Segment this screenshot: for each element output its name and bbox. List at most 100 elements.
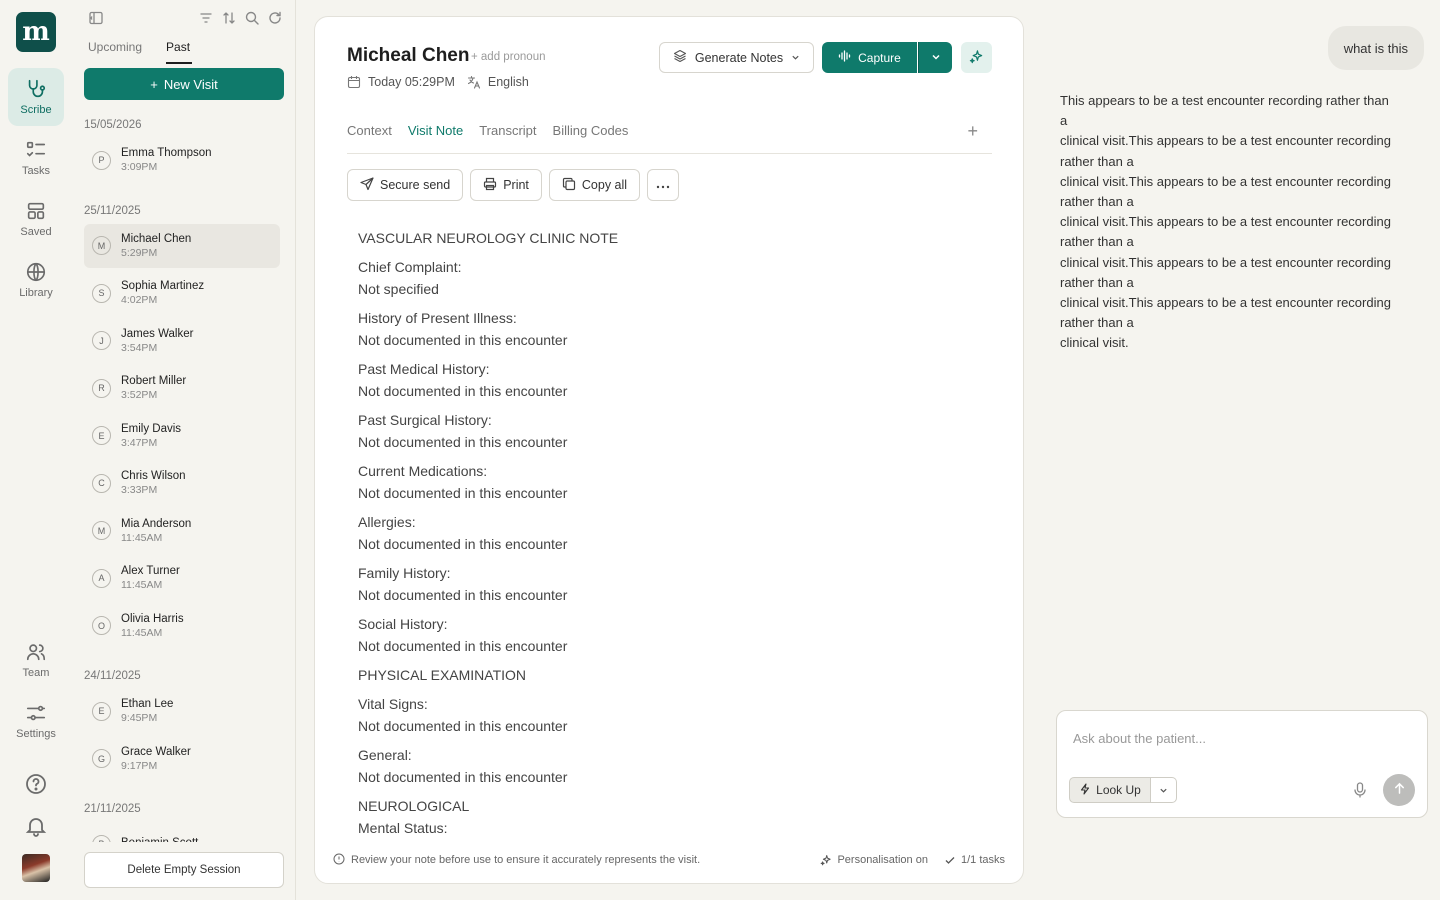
- session-item[interactable]: S Sophia Martinez 4:02PM: [84, 271, 284, 315]
- review-warning-text: Review your note before use to ensure it…: [351, 854, 701, 866]
- assistant-message-line: clinical visit.This appears to be a test…: [1060, 254, 1391, 270]
- session-patient-name: Benjamin Scott: [121, 837, 198, 842]
- add-tab-icon[interactable]: +: [967, 121, 978, 142]
- sort-icon[interactable]: [221, 10, 237, 26]
- personalisation-label: Personalisation on: [837, 854, 928, 866]
- generate-notes-button[interactable]: Generate Notes: [659, 42, 814, 73]
- session-item[interactable]: E Ethan Lee 9:45PM: [84, 689, 284, 733]
- language-text: English: [487, 75, 529, 89]
- send-button[interactable]: [1383, 774, 1415, 806]
- note-section-heading: PHYSICAL EXAMINATION: [358, 667, 527, 683]
- session-time: 3:52PM: [121, 389, 158, 401]
- note-section: General: Not documented in this encounter: [358, 744, 978, 788]
- note-section: Vital Signs: Not documented in this encou…: [358, 693, 978, 737]
- note-section: Past Surgical History: Not documented in …: [358, 409, 978, 453]
- note-section: NEUROLOGICAL Mental Status:: [358, 795, 978, 839]
- session-time: 11:45AM: [121, 626, 163, 639]
- session-item[interactable]: A Alex Turner 11:45AM: [84, 556, 284, 600]
- tab-upcoming[interactable]: Upcoming: [88, 40, 142, 54]
- session-item[interactable]: M Michael Chen 5:29PM: [84, 223, 280, 268]
- assistant-message-line: clinical visit.This appears to be a test…: [1060, 173, 1391, 189]
- session-avatar: G: [92, 749, 111, 768]
- session-item[interactable]: J James Walker 3:54PM: [84, 319, 284, 363]
- new-visit-label: New Visit: [163, 76, 218, 92]
- nav-team[interactable]: Team: [8, 631, 64, 689]
- nav-saved[interactable]: Saved: [8, 190, 64, 248]
- delete-empty-session-button[interactable]: Delete Empty Session: [84, 852, 284, 888]
- session-item[interactable]: R Robert Miller 3:52PM: [84, 366, 284, 410]
- session-time: 3:33PM: [121, 484, 158, 496]
- session-patient-name: Michael Chen: [121, 232, 192, 245]
- note-section: Past Medical History: Not documented in t…: [358, 358, 978, 402]
- chat-input[interactable]: [1073, 731, 1403, 746]
- tab-context[interactable]: Context: [347, 123, 392, 153]
- filter-icon[interactable]: [198, 10, 214, 26]
- note-section-heading: Past Medical History:: [358, 361, 490, 377]
- session-avatar: E: [92, 701, 111, 721]
- date-group-header: 15/05/2026: [84, 119, 142, 131]
- date-group-header: 25/11/2025: [84, 204, 141, 217]
- session-item[interactable]: M Mia Anderson 11:45AM: [84, 509, 284, 553]
- session-patient-name: Ethan Lee: [121, 698, 174, 710]
- assistant-message-line: clinical visit.This appears to be a test…: [1060, 295, 1391, 311]
- language-selector[interactable]: English: [467, 75, 529, 89]
- refresh-icon[interactable]: [267, 10, 283, 26]
- note-section-text: Not documented in this encounter: [358, 769, 568, 785]
- nav-scribe-label: Scribe: [20, 104, 52, 116]
- date-group-header: 21/11/2025: [84, 803, 141, 815]
- note-section-heading: Chief Complaint:: [358, 259, 462, 275]
- secure-send-button[interactable]: Secure send: [347, 169, 464, 201]
- copy-all-button[interactable]: Copy all: [548, 169, 641, 201]
- session-item[interactable]: O Olivia Harris 11:45AM: [84, 604, 284, 648]
- search-icon[interactable]: [244, 10, 260, 26]
- tab-visit-note[interactable]: Visit Note: [408, 123, 463, 153]
- tab-past[interactable]: Past: [166, 40, 193, 64]
- session-item[interactable]: C Chris Wilson 3:33PM: [84, 461, 284, 505]
- note-section-heading: History of Present Illness:: [358, 310, 517, 326]
- nav-tasks[interactable]: Tasks: [8, 129, 64, 187]
- note-footer: Review your note before use to ensure it…: [333, 851, 1005, 869]
- note-section: Chief Complaint: Not specified: [358, 256, 978, 300]
- waveform-icon: [838, 50, 852, 65]
- visit-date[interactable]: Today 05:29PM: [347, 75, 455, 89]
- session-avatar: S: [92, 283, 111, 303]
- session-avatar: C: [92, 473, 111, 493]
- nav-library[interactable]: Library: [8, 251, 64, 309]
- nav-library-label: Library: [19, 287, 53, 299]
- tasks-status[interactable]: 1/1 tasks: [944, 854, 1005, 866]
- personalisation-toggle[interactable]: Personalisation on: [820, 854, 928, 866]
- assistant-message-line: clinical visit.: [1060, 335, 1129, 351]
- user-avatar[interactable]: [22, 854, 50, 882]
- app-logo[interactable]: m: [16, 12, 56, 52]
- capture-button[interactable]: Capture: [822, 42, 917, 73]
- collapse-sidebar-icon[interactable]: [88, 10, 104, 26]
- nav-scribe[interactable]: Scribe: [8, 68, 64, 126]
- ai-assist-button[interactable]: [961, 42, 992, 73]
- look-up-button[interactable]: Look Up: [1069, 777, 1151, 803]
- tab-transcript[interactable]: Transcript: [479, 123, 536, 153]
- visit-date-text: Today 05:29PM: [368, 75, 455, 89]
- nav-settings[interactable]: Settings: [8, 692, 64, 750]
- note-section-text: Not documented in this encounter: [358, 383, 568, 399]
- microphone-icon[interactable]: [1351, 781, 1369, 799]
- session-avatar: O: [92, 616, 111, 635]
- session-item[interactable]: B Benjamin Scott: [84, 822, 284, 842]
- bell-icon[interactable]: [24, 814, 48, 838]
- add-pronoun-link[interactable]: + add pronoun: [471, 51, 546, 63]
- new-visit-button[interactable]: + New Visit: [84, 68, 284, 100]
- tab-billing-codes[interactable]: Billing Codes: [553, 123, 629, 153]
- nav-tasks-label: Tasks: [21, 165, 51, 177]
- session-item[interactable]: P Emma Thompson 3:09PM: [84, 138, 284, 182]
- print-button[interactable]: Print: [470, 169, 542, 201]
- more-actions-button[interactable]: [647, 169, 680, 201]
- users-icon: [26, 644, 46, 661]
- note-body[interactable]: VASCULAR NEUROLOGY CLINIC NOTE Chief Comp…: [358, 227, 978, 847]
- capture-options-button[interactable]: [918, 42, 952, 73]
- calendar-icon: [347, 75, 361, 89]
- note-section-text: Not documented in this encounter: [358, 536, 568, 552]
- note-tabs: Context Visit Note Transcript Billing Co…: [347, 121, 992, 154]
- help-icon[interactable]: [24, 772, 48, 796]
- session-item[interactable]: E Emily Davis 3:47PM: [84, 414, 284, 458]
- look-up-options-button[interactable]: [1151, 777, 1177, 803]
- session-item[interactable]: G Grace Walker 9:17PM: [84, 737, 284, 781]
